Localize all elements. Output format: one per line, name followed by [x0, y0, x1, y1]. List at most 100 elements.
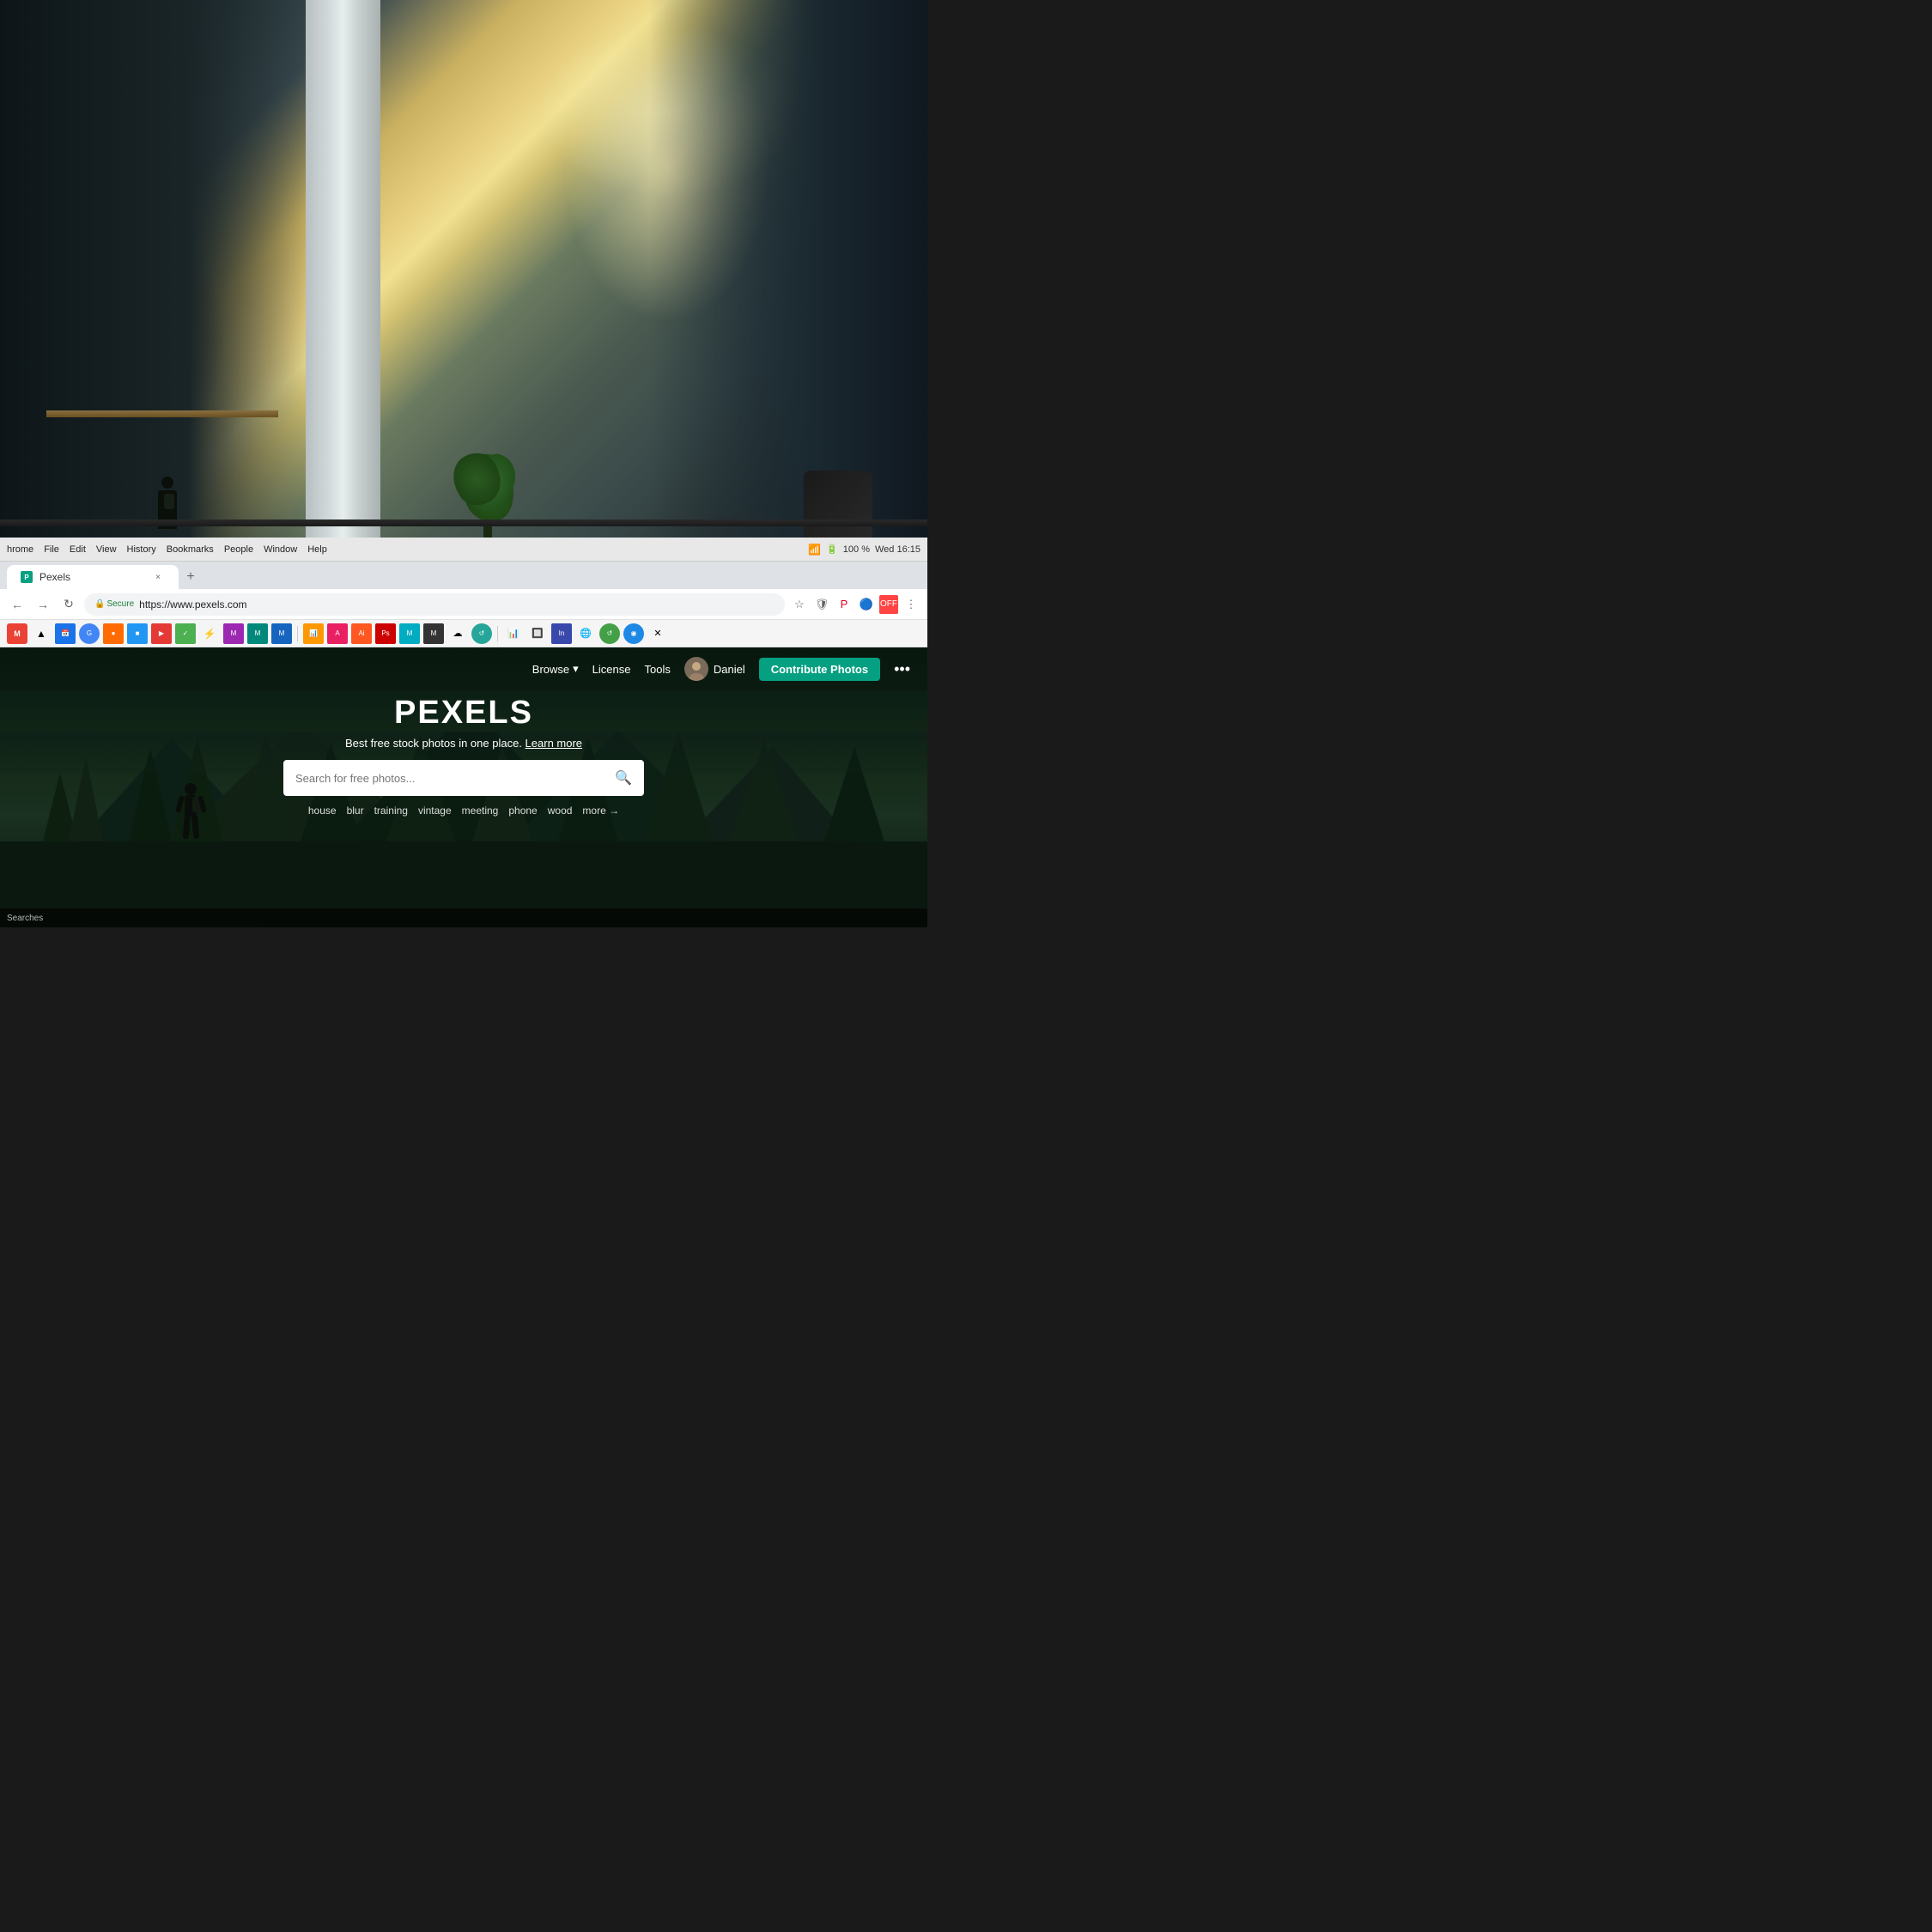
- shield-icon[interactable]: 🛡: [812, 595, 831, 614]
- tag-training[interactable]: training: [374, 805, 408, 817]
- url-text: https://www.pexels.com: [139, 598, 246, 611]
- ext-icon-20[interactable]: In: [551, 623, 572, 644]
- menu-history[interactable]: History: [127, 544, 156, 555]
- menu-view[interactable]: View: [96, 544, 117, 555]
- tab-bar: P Pexels × +: [0, 562, 927, 589]
- pexels-site-title: PEXELS: [394, 695, 533, 732]
- browser-window: hrome File Edit View History Bookmarks P…: [0, 538, 927, 927]
- ext-icon-11[interactable]: A: [327, 623, 348, 644]
- ext-icon-6[interactable]: ⚡: [199, 623, 220, 644]
- os-statusbar: 📶 🔋 100 % Wed 16:15: [808, 544, 920, 556]
- ext-icon-2[interactable]: ●: [103, 623, 124, 644]
- menu-chrome[interactable]: hrome: [7, 544, 33, 555]
- wifi-icon: 📶: [808, 544, 821, 556]
- menu-file[interactable]: File: [44, 544, 59, 555]
- ext-icon-5[interactable]: ✓: [175, 623, 196, 644]
- url-action-buttons: ☆ 🛡 P 🔵 OFF ⋮: [790, 595, 920, 614]
- user-area: Daniel: [684, 657, 745, 681]
- ext-icon-4[interactable]: ▶: [151, 623, 172, 644]
- os-menu-left: hrome File Edit View History Bookmarks P…: [7, 544, 327, 555]
- more-options-button[interactable]: •••: [894, 660, 910, 678]
- pexels-navbar: Browse ▾ License Tools Daniel Contri: [0, 647, 927, 690]
- office-pillar: [306, 0, 380, 556]
- ext-icon-21[interactable]: 🌐: [575, 623, 596, 644]
- toolbar-bookmarks: M ▲ 📅 G ● ■ ▶ ✓ ⚡ M M: [0, 620, 927, 647]
- browse-button[interactable]: Browse ▾: [532, 662, 579, 676]
- tag-house[interactable]: house: [308, 805, 337, 817]
- pexels-site-subtitle: Best free stock photos in one place. Lea…: [345, 737, 582, 750]
- pexels-nav-right: Browse ▾ License Tools Daniel Contri: [532, 657, 910, 681]
- user-avatar[interactable]: [684, 657, 708, 681]
- divider-1: [297, 626, 298, 641]
- menu-window[interactable]: Window: [264, 544, 297, 555]
- ext-icon-14[interactable]: M: [399, 623, 420, 644]
- ext-icon-7[interactable]: M: [223, 623, 244, 644]
- close-tab-icon[interactable]: ✕: [647, 623, 668, 644]
- menu-help[interactable]: Help: [307, 544, 327, 555]
- clock: Wed 16:15: [875, 544, 920, 555]
- ext-icon-22[interactable]: ↺: [599, 623, 620, 644]
- tag-wood[interactable]: wood: [548, 805, 573, 817]
- tools-link[interactable]: Tools: [644, 663, 670, 676]
- url-input[interactable]: 🔒 Secure https://www.pexels.com: [84, 593, 785, 616]
- menu-edit[interactable]: Edit: [70, 544, 86, 555]
- forward-button[interactable]: →: [33, 594, 53, 615]
- contribute-photos-button[interactable]: Contribute Photos: [759, 658, 880, 681]
- active-tab[interactable]: P Pexels ×: [7, 565, 179, 589]
- pexels-tag-list: house blur training vintage meeting phon…: [308, 805, 619, 817]
- drive-icon[interactable]: ▲: [31, 623, 52, 644]
- user-name: Daniel: [714, 663, 745, 676]
- divider-2: [497, 626, 498, 641]
- back-button[interactable]: ←: [7, 594, 27, 615]
- dark-left: [0, 0, 315, 556]
- search-icon-button[interactable]: 🔍: [615, 769, 632, 787]
- tag-vintage[interactable]: vintage: [418, 805, 452, 817]
- url-bar: ← → ↻ 🔒 Secure https://www.pexels.com ☆ …: [0, 589, 927, 620]
- secure-label: Secure: [106, 599, 134, 609]
- ext-icon-9[interactable]: M: [271, 623, 292, 644]
- extension-icon-1[interactable]: 🔵: [857, 595, 876, 614]
- desk: [46, 410, 278, 417]
- ext-icon-12[interactable]: Ai: [351, 623, 372, 644]
- monitor-bezel: [0, 519, 927, 526]
- taskbar-label: Searches: [7, 914, 43, 923]
- ext-icon-1[interactable]: G: [79, 623, 100, 644]
- ext-icon-3[interactable]: ■: [127, 623, 148, 644]
- ext-icon-17[interactable]: ↺: [471, 623, 492, 644]
- battery-percent: 100 %: [843, 544, 870, 555]
- extension-icon-2[interactable]: OFF: [879, 595, 898, 614]
- menu-bookmarks[interactable]: Bookmarks: [167, 544, 214, 555]
- background-photo: [0, 0, 927, 556]
- taskbar: Searches: [0, 908, 927, 927]
- pinterest-icon[interactable]: P: [835, 595, 854, 614]
- lock-icon: 🔒: [94, 599, 105, 609]
- new-tab-button[interactable]: +: [179, 565, 203, 589]
- tag-more-button[interactable]: more →: [582, 805, 619, 817]
- pexels-search-input[interactable]: [295, 772, 608, 785]
- os-menubar: hrome File Edit View History Bookmarks P…: [0, 538, 927, 562]
- browse-label: Browse: [532, 663, 569, 676]
- ext-icon-23[interactable]: ◉: [623, 623, 644, 644]
- learn-more-link[interactable]: Learn more: [526, 737, 582, 750]
- ext-icon-16[interactable]: ☁: [447, 623, 468, 644]
- more-url-actions[interactable]: ⋮: [902, 595, 920, 614]
- refresh-button[interactable]: ↻: [58, 594, 79, 615]
- menu-people[interactable]: People: [224, 544, 253, 555]
- tab-favicon: P: [21, 571, 33, 583]
- pexels-search-bar[interactable]: 🔍: [283, 760, 644, 796]
- license-link[interactable]: License: [592, 663, 631, 676]
- gmail-icon[interactable]: M: [7, 623, 27, 644]
- tag-blur[interactable]: blur: [347, 805, 364, 817]
- tag-meeting[interactable]: meeting: [462, 805, 499, 817]
- ext-icon-15[interactable]: M: [423, 623, 444, 644]
- calendar-icon[interactable]: 📅: [55, 623, 76, 644]
- tab-close-button[interactable]: ×: [151, 570, 165, 584]
- tab-title: Pexels: [39, 571, 70, 583]
- bookmark-icon[interactable]: ☆: [790, 595, 809, 614]
- ext-icon-19[interactable]: 🔲: [527, 623, 548, 644]
- ext-icon-18[interactable]: 📊: [503, 623, 524, 644]
- ext-icon-13[interactable]: Ps: [375, 623, 396, 644]
- ext-icon-10[interactable]: 📊: [303, 623, 324, 644]
- ext-icon-8[interactable]: M: [247, 623, 268, 644]
- tag-phone[interactable]: phone: [508, 805, 537, 817]
